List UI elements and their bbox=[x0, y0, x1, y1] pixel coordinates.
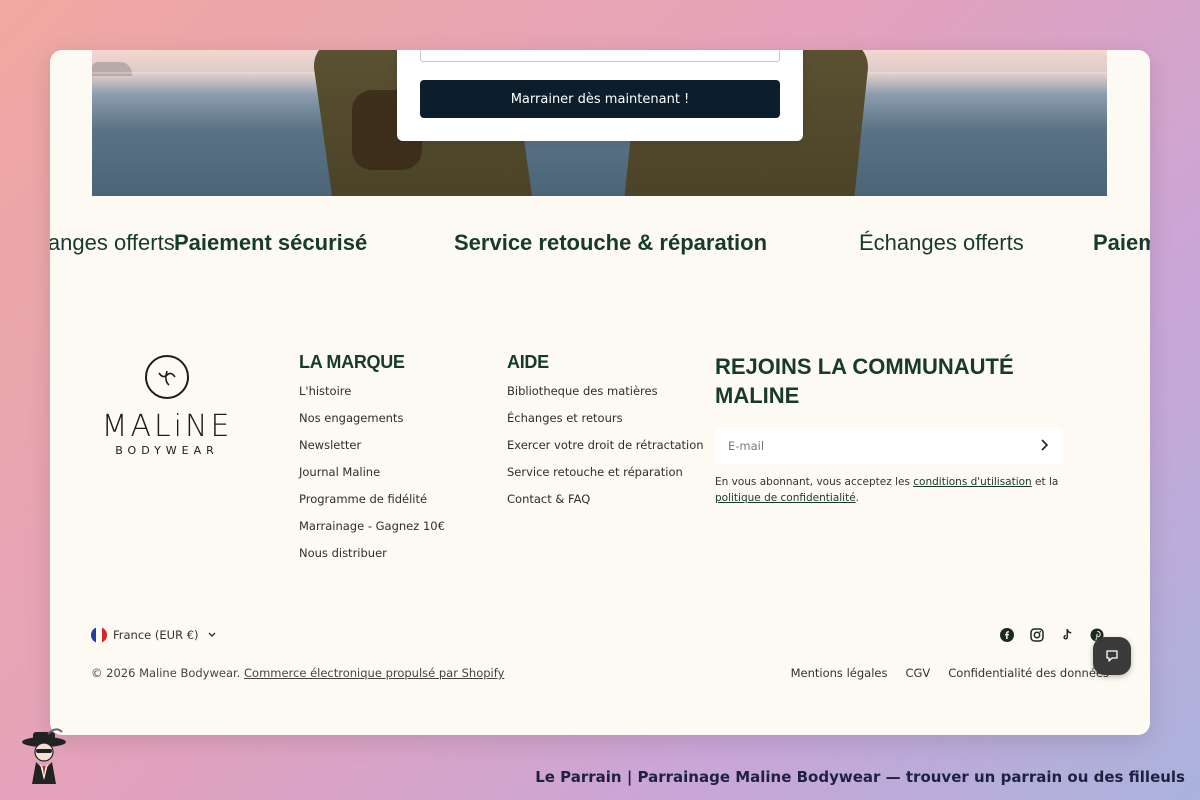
footer-link-history[interactable]: L'histoire bbox=[299, 381, 445, 408]
footer-link-materials[interactable]: Bibliotheque des matières bbox=[507, 381, 704, 408]
legal-links: Mentions légales CGV Confidentialité des… bbox=[791, 666, 1109, 680]
benefits-marquee: Échanges offerts Paiement sécurisé Servi… bbox=[50, 224, 1150, 266]
marquee-item: Service retouche & réparation bbox=[454, 230, 768, 255]
instagram-icon[interactable] bbox=[1030, 628, 1044, 642]
marquee-item: Échanges offerts bbox=[859, 230, 1024, 255]
footer-link-journal[interactable]: Journal Maline bbox=[299, 462, 445, 489]
legal-notice-link[interactable]: Mentions légales bbox=[791, 666, 888, 680]
copyright: © 2026 Maline Bodywear. Commerce électro… bbox=[91, 666, 505, 680]
shopify-link[interactable]: Commerce électronique propulsé par Shopi… bbox=[244, 666, 504, 680]
social-links bbox=[1000, 628, 1104, 642]
footer-link-exchanges[interactable]: Échanges et retours bbox=[507, 408, 704, 435]
footer-link-commitments[interactable]: Nos engagements bbox=[299, 408, 445, 435]
brand-column: LA MARQUE L'histoire Nos engagements New… bbox=[299, 352, 445, 570]
email-field bbox=[715, 428, 1063, 464]
logo-subtitle: BODYWEAR bbox=[115, 444, 219, 457]
referral-form: Marrainer dès maintenant ! bbox=[397, 50, 803, 141]
godfather-mascot-icon bbox=[22, 728, 66, 784]
footer-link-withdrawal[interactable]: Exercer votre droit de rétractation bbox=[507, 435, 704, 462]
footer-link-contact[interactable]: Contact & FAQ bbox=[507, 489, 704, 516]
marquee-item: Paiement sécurisé bbox=[174, 230, 368, 255]
chevron-down-icon bbox=[208, 632, 216, 637]
chevron-right-icon[interactable] bbox=[1035, 436, 1053, 454]
newsletter-title: REJOINS LA COMMUNAUTÉ MALINE bbox=[715, 354, 1014, 408]
footer-link-distribute[interactable]: Nous distribuer bbox=[299, 543, 445, 570]
footer-link-loyalty[interactable]: Programme de fidélité bbox=[299, 489, 445, 516]
marquee-item: Paiement sécurisé bbox=[1093, 230, 1150, 255]
tiktok-icon[interactable] bbox=[1060, 628, 1074, 642]
column-title: AIDE bbox=[507, 352, 549, 372]
brand-logo[interactable]: MALiNE BODYWEAR bbox=[94, 355, 240, 457]
sponsor-now-button[interactable]: Marrainer dès maintenant ! bbox=[420, 80, 780, 118]
form-input-field[interactable] bbox=[420, 50, 780, 62]
newsletter-section: REJOINS LA COMMUNAUTÉ MALINE En vous abo… bbox=[715, 352, 1065, 506]
data-privacy-link[interactable]: Confidentialité des données bbox=[948, 666, 1109, 680]
email-input[interactable] bbox=[715, 439, 1015, 453]
locale-label: France (EUR €) bbox=[113, 628, 199, 642]
facebook-icon[interactable] bbox=[1000, 628, 1014, 642]
chat-button[interactable] bbox=[1093, 637, 1131, 675]
footer-link-repair[interactable]: Service retouche et réparation bbox=[507, 462, 704, 489]
chat-icon bbox=[1106, 650, 1118, 662]
privacy-link[interactable]: politique de confidentialité bbox=[715, 492, 856, 504]
page-card: Marrainer dès maintenant ! Échanges offe… bbox=[50, 50, 1150, 735]
terms-link[interactable]: conditions d'utilisation bbox=[913, 476, 1031, 488]
consent-text: En vous abonnant, vous acceptez les cond… bbox=[715, 476, 1059, 504]
help-column: AIDE Bibliotheque des matières Échanges … bbox=[507, 352, 704, 516]
logo-mark-icon bbox=[145, 355, 189, 399]
france-flag-icon bbox=[91, 627, 107, 643]
column-title: LA MARQUE bbox=[299, 352, 405, 372]
footer-link-referral[interactable]: Marrainage - Gagnez 10€ bbox=[299, 516, 445, 543]
locale-selector[interactable]: France (EUR €) bbox=[91, 627, 219, 643]
footer-link-newsletter[interactable]: Newsletter bbox=[299, 435, 445, 462]
terms-of-sale-link[interactable]: CGV bbox=[905, 666, 930, 680]
marquee-item: Échanges offerts bbox=[50, 230, 175, 255]
logo-wordmark: MALiNE bbox=[101, 409, 233, 444]
page-caption: Le Parrain | Parrainage Maline Bodywear … bbox=[535, 768, 1185, 786]
